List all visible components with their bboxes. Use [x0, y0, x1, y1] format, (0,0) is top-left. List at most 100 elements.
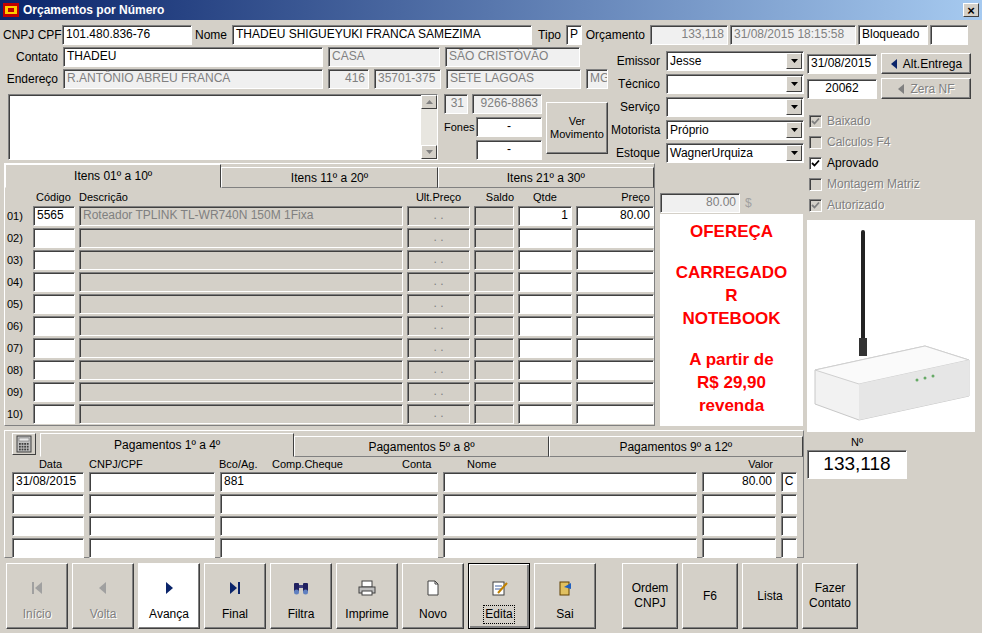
item-price-field[interactable] [576, 338, 654, 358]
item-code-field[interactable]: 5565 [33, 206, 75, 226]
item-price-field[interactable] [576, 360, 654, 380]
item-price-field[interactable] [576, 272, 654, 292]
toolbar-button[interactable]: Edita [468, 563, 530, 629]
cnpj-field[interactable]: 101.480.836-76 [62, 25, 192, 45]
delivery-date-field[interactable]: 31/08/2015 [807, 54, 877, 74]
payment-name-field[interactable] [443, 472, 697, 492]
select-field[interactable]: WagnerUrquiza [666, 143, 804, 163]
payment-doc-field[interactable] [89, 494, 215, 514]
view-movement-button[interactable]: Ver Movimento [546, 102, 608, 154]
item-qty-field[interactable] [518, 228, 572, 248]
toolbar-button[interactable]: Volta [72, 563, 134, 629]
item-qty-field[interactable] [518, 294, 572, 314]
payment-date-field[interactable] [12, 516, 84, 536]
item-price-field[interactable] [576, 316, 654, 336]
checkbox-box[interactable] [809, 157, 822, 170]
payment-name-field[interactable] [443, 516, 697, 536]
payment-doc-field[interactable] [89, 516, 215, 536]
item-qty-field[interactable] [518, 382, 572, 402]
payment-bank-field[interactable] [220, 516, 438, 536]
toolbar-button[interactable]: Lista [742, 563, 798, 629]
checkbox[interactable]: Baixado [809, 113, 975, 129]
item-price-field[interactable] [576, 382, 654, 402]
items-tab[interactable]: Itens 21º a 30º [438, 167, 654, 188]
payment-value-field[interactable] [702, 494, 776, 514]
payments-tab[interactable]: Pagamentos 1º a 4º [40, 433, 294, 457]
payment-name-field[interactable] [443, 538, 697, 558]
select-field[interactable]: Próprio [666, 120, 804, 140]
dropdown-button[interactable] [786, 99, 802, 115]
toolbar-button[interactable]: Novo [402, 563, 464, 629]
phone2-field[interactable]: - [476, 117, 542, 137]
checkbox[interactable]: Calculos F4 [809, 134, 975, 150]
payment-doc-field[interactable] [89, 472, 215, 492]
item-qty-field[interactable] [518, 272, 572, 292]
notes-scrollbar[interactable] [421, 95, 437, 159]
toolbar-button[interactable]: Imprime [336, 563, 398, 629]
item-qty-field[interactable]: 1 [518, 206, 572, 226]
item-price-field[interactable]: 80.00 [576, 206, 654, 226]
item-code-field[interactable] [33, 316, 75, 336]
toolbar-button[interactable]: Fazer Contato [802, 563, 858, 629]
item-code-field[interactable] [33, 382, 75, 402]
item-qty-field[interactable] [518, 250, 572, 270]
dropdown-button[interactable] [786, 145, 802, 161]
dropdown-button[interactable] [786, 76, 802, 92]
item-code-field[interactable] [33, 250, 75, 270]
items-tab[interactable]: Itens 11º a 20º [221, 167, 437, 188]
quote-status-field[interactable]: Bloqueado [858, 25, 928, 45]
item-code-field[interactable] [33, 404, 75, 424]
checkbox-box[interactable] [809, 136, 822, 149]
item-price-field[interactable] [576, 250, 654, 270]
scroll-down-button[interactable] [421, 145, 437, 159]
toolbar-button[interactable]: Ordem CNPJ [622, 563, 678, 629]
item-code-field[interactable] [33, 228, 75, 248]
item-qty-field[interactable] [518, 338, 572, 358]
contact-field[interactable]: THADEU [63, 47, 323, 67]
dropdown-button[interactable] [786, 122, 802, 138]
toolbar-button[interactable]: F6 [682, 563, 738, 629]
select-field[interactable] [666, 97, 804, 117]
item-code-field[interactable] [33, 360, 75, 380]
payment-type-field[interactable] [781, 494, 797, 514]
calculator-button[interactable] [12, 433, 36, 455]
items-tab[interactable]: Itens 01º a 10º [5, 164, 221, 188]
payment-value-field[interactable]: 80.00 [702, 472, 776, 492]
checkbox-box[interactable] [809, 115, 822, 128]
payment-bank-field[interactable] [220, 494, 438, 514]
checkbox-box[interactable] [809, 178, 822, 191]
phone3-field[interactable]: - [476, 140, 542, 160]
item-qty-field[interactable] [518, 404, 572, 424]
payment-bank-field[interactable]: 881 [220, 472, 438, 492]
payment-date-field[interactable] [12, 494, 84, 514]
checkbox[interactable]: Autorizado [809, 197, 975, 213]
checkbox[interactable]: Aprovado [809, 155, 975, 171]
name-field[interactable]: THADEU SHIGUEYUKI FRANCA SAMEZIMA [232, 25, 532, 45]
item-code-field[interactable] [33, 272, 75, 292]
payments-tab[interactable]: Pagamentos 9º a 12º [549, 436, 803, 457]
payments-tab[interactable]: Pagamentos 5º a 8º [294, 436, 548, 457]
toolbar-button[interactable]: Filtra [270, 563, 332, 629]
checkbox[interactable]: Montagem Matriz [809, 176, 975, 192]
item-price-field[interactable] [576, 294, 654, 314]
nf-field[interactable]: 20062 [807, 79, 877, 99]
notes-textarea[interactable] [8, 94, 438, 160]
reset-nf-button[interactable]: Zera NF [881, 78, 971, 99]
payment-date-field[interactable]: 31/08/2015 [12, 472, 84, 492]
item-price-field[interactable] [576, 228, 654, 248]
payment-type-field[interactable]: C [781, 472, 797, 492]
dropdown-button[interactable] [786, 53, 802, 69]
payment-value-field[interactable] [702, 516, 776, 536]
select-field[interactable]: Jesse [666, 51, 804, 71]
payment-doc-field[interactable] [89, 538, 215, 558]
quote-extra-field[interactable] [930, 25, 968, 45]
item-code-field[interactable] [33, 294, 75, 314]
item-qty-field[interactable] [518, 316, 572, 336]
alt-delivery-button[interactable]: Alt.Entrega [881, 53, 971, 74]
payment-name-field[interactable] [443, 494, 697, 514]
toolbar-button[interactable]: Início [6, 563, 68, 629]
payment-type-field[interactable] [781, 516, 797, 536]
item-code-field[interactable] [33, 338, 75, 358]
payment-bank-field[interactable] [220, 538, 438, 558]
checkbox-box[interactable] [809, 199, 822, 212]
